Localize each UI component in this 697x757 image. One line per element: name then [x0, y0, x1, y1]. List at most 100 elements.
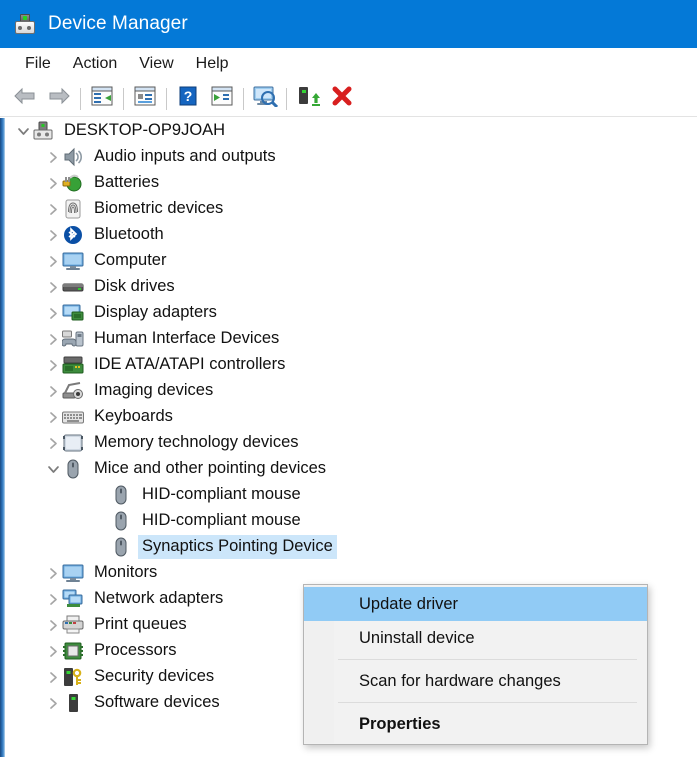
toolbar-forward[interactable] — [42, 84, 76, 114]
chevron-down-icon[interactable] — [14, 122, 32, 140]
window-title: Device Manager — [48, 13, 188, 34]
imaging-device-icon — [62, 381, 84, 401]
tree-item[interactable]: Biometric devices — [5, 196, 697, 222]
tree-item[interactable]: Bluetooth — [5, 222, 697, 248]
uninstall-device-icon — [331, 85, 353, 112]
chevron-right-icon[interactable] — [44, 174, 62, 192]
computer-root-icon — [32, 121, 54, 141]
monitor-icon — [62, 563, 84, 583]
device-manager-icon — [14, 13, 36, 35]
chevron-right-icon[interactable] — [44, 226, 62, 244]
ctx-scan-hardware-changes[interactable]: Scan for hardware changes — [304, 664, 647, 698]
tree-item[interactable]: Audio inputs and outputs — [5, 144, 697, 170]
tree-item[interactable]: HID-compliant mouse — [5, 508, 697, 534]
toolbar-enable-device[interactable] — [291, 84, 325, 114]
chevron-right-icon[interactable] — [44, 668, 62, 686]
ctx-properties[interactable]: Properties — [304, 707, 647, 741]
chevron-right-icon[interactable] — [44, 356, 62, 374]
tree-item[interactable]: Computer — [5, 248, 697, 274]
toolbar-console-tree[interactable] — [85, 84, 119, 114]
context-menu-separator — [338, 659, 637, 660]
tree-item[interactable]: DESKTOP-OP9JOAH — [5, 118, 697, 144]
tree-item[interactable]: Monitors — [5, 560, 697, 586]
menu-help[interactable]: Help — [185, 52, 240, 76]
tree-item[interactable]: Mice and other pointing devices — [5, 456, 697, 482]
tree-item-label: Batteries — [94, 173, 160, 192]
chevron-right-icon[interactable] — [44, 148, 62, 166]
tree-item-label: Human Interface Devices — [94, 329, 280, 348]
ide-controller-icon — [62, 355, 84, 375]
speaker-icon — [62, 147, 84, 167]
chevron-down-icon[interactable] — [44, 460, 62, 478]
chevron-right-icon[interactable] — [44, 382, 62, 400]
tree-item-label: Network adapters — [94, 589, 224, 608]
software-device-icon — [62, 693, 84, 713]
tree-item-label: Biometric devices — [94, 199, 224, 218]
tree-item-label: Processors — [94, 641, 177, 660]
update-driver-software-icon — [211, 86, 233, 111]
chevron-right-icon[interactable] — [44, 408, 62, 426]
tree-item-label: Mice and other pointing devices — [94, 459, 327, 478]
keyboard-icon — [62, 407, 84, 427]
tree-item[interactable]: Memory technology devices — [5, 430, 697, 456]
toolbar-scan-hardware[interactable] — [248, 84, 282, 114]
mouse-icon — [110, 537, 132, 557]
chevron-right-icon[interactable] — [44, 590, 62, 608]
tree-item-label: Memory technology devices — [94, 433, 299, 452]
enable-device-icon — [296, 85, 320, 112]
toolbar-back[interactable] — [8, 84, 42, 114]
chevron-placeholder — [74, 538, 92, 556]
menu-action[interactable]: Action — [62, 52, 128, 76]
chevron-right-icon[interactable] — [44, 564, 62, 582]
mouse-icon — [110, 485, 132, 505]
toolbar-update-driver[interactable] — [205, 84, 239, 114]
toolbar-separator — [286, 87, 287, 110]
svg-text:?: ? — [184, 88, 193, 104]
ctx-uninstall-device[interactable]: Uninstall device — [304, 621, 647, 655]
device-manager-window: Device Manager File Action View Help ? D… — [0, 0, 697, 757]
hid-icon — [62, 329, 84, 349]
chevron-right-icon[interactable] — [44, 434, 62, 452]
tree-item-label: Print queues — [94, 615, 187, 634]
tree-item-label: Keyboards — [94, 407, 173, 426]
toolbar-help[interactable]: ? — [171, 84, 205, 114]
tree-item[interactable]: Synaptics Pointing Device — [5, 534, 697, 560]
tree-item-label: IDE ATA/ATAPI controllers — [94, 355, 286, 374]
toolbar-properties[interactable] — [128, 84, 162, 114]
toolbar-uninstall-device[interactable] — [325, 84, 359, 114]
tree-item[interactable]: Human Interface Devices — [5, 326, 697, 352]
context-menu: Update driver Uninstall device Scan for … — [303, 584, 648, 745]
chevron-right-icon[interactable] — [44, 252, 62, 270]
tree-item[interactable]: HID-compliant mouse — [5, 482, 697, 508]
tree-item-label: Security devices — [94, 667, 215, 686]
chevron-right-icon[interactable] — [44, 200, 62, 218]
memory-card-icon — [62, 433, 84, 453]
show-hide-console-tree-icon — [91, 86, 113, 111]
bluetooth-icon — [62, 225, 84, 245]
tree-item[interactable]: IDE ATA/ATAPI controllers — [5, 352, 697, 378]
chevron-right-icon[interactable] — [44, 278, 62, 296]
tree-item-label: Disk drives — [94, 277, 175, 296]
tree-item[interactable]: Disk drives — [5, 274, 697, 300]
tree-item[interactable]: Imaging devices — [5, 378, 697, 404]
tree-item-label: DESKTOP-OP9JOAH — [64, 121, 226, 140]
chevron-right-icon[interactable] — [44, 616, 62, 634]
ctx-update-driver[interactable]: Update driver — [304, 587, 647, 621]
tree-item[interactable]: Keyboards — [5, 404, 697, 430]
tree-item[interactable]: Batteries — [5, 170, 697, 196]
toolbar: ? — [0, 81, 697, 117]
help-icon: ? — [178, 86, 198, 111]
mouse-icon — [62, 459, 84, 479]
chevron-right-icon[interactable] — [44, 304, 62, 322]
tree-item[interactable]: Display adapters — [5, 300, 697, 326]
display-adapter-icon — [62, 303, 84, 323]
menu-file[interactable]: File — [14, 52, 62, 76]
toolbar-separator — [80, 87, 81, 110]
toolbar-separator — [243, 87, 244, 110]
back-arrow-icon — [13, 86, 37, 111]
chevron-right-icon[interactable] — [44, 694, 62, 712]
menu-view[interactable]: View — [128, 52, 184, 76]
chevron-right-icon[interactable] — [44, 330, 62, 348]
tree-item-label: Imaging devices — [94, 381, 214, 400]
chevron-right-icon[interactable] — [44, 642, 62, 660]
